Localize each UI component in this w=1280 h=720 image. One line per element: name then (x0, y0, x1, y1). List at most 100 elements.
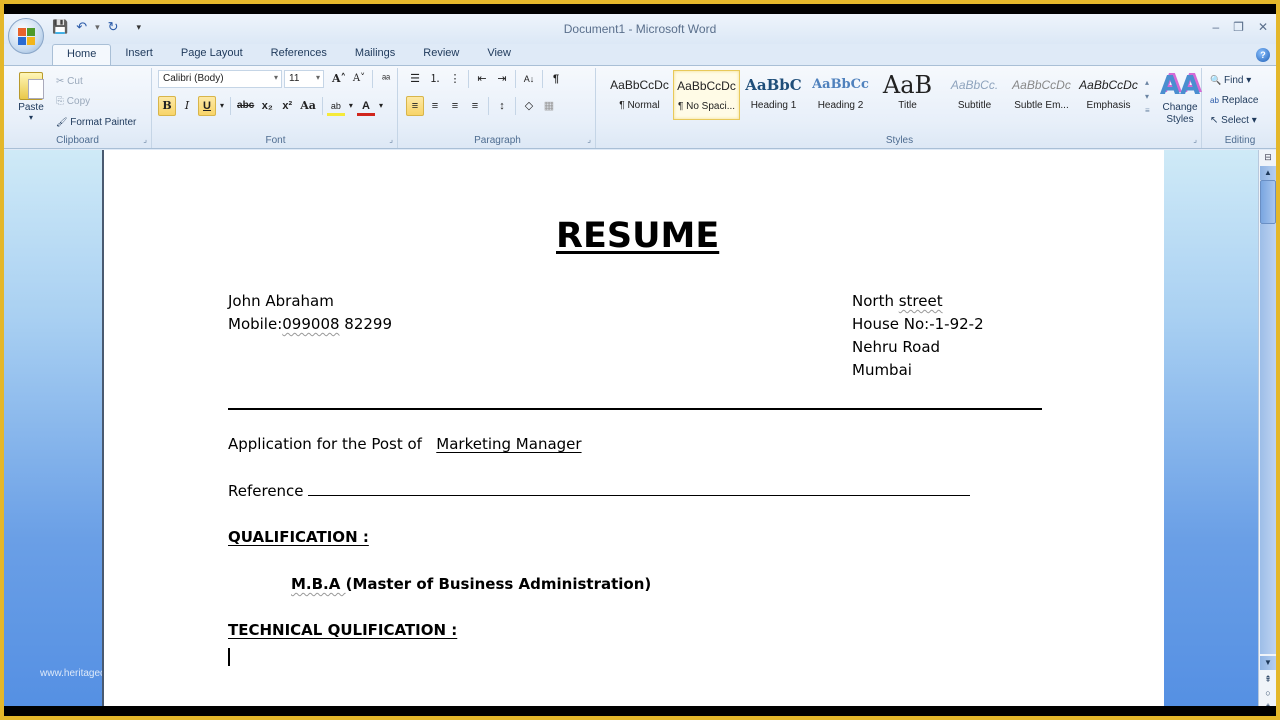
styles-gallery-scroll[interactable]: ▴ ▾ ≡ (1145, 76, 1150, 118)
style-heading-1[interactable]: AaBbC Heading 1 (740, 70, 807, 120)
restore-button[interactable]: ❐ (1233, 20, 1244, 34)
vertical-scrollbar[interactable]: ⊟ ▲ ▼ ⇞ ○ ⇟ (1258, 150, 1276, 706)
style-sample: AaBbCc. (950, 78, 999, 92)
center-button[interactable]: ≡ (426, 96, 444, 116)
divider (372, 70, 374, 88)
document-page[interactable]: RESUME John Abraham Mobile:099008 82299 … (102, 150, 1164, 706)
style-name: Title (898, 100, 917, 111)
superscript-button[interactable]: x² (278, 96, 296, 116)
style-normal[interactable]: AaBbCcDc ¶ Normal (606, 70, 673, 120)
grow-font-button[interactable]: A˄ (330, 69, 348, 89)
decrease-indent-button[interactable]: ⇤ (473, 69, 491, 89)
highlight-button[interactable]: ab (326, 96, 345, 116)
clipboard-group: Paste ▾ ✂ Cut ⎘ Copy 🖌 Format Painter Cl… (4, 68, 152, 148)
shrink-font-button[interactable]: A˅ (350, 69, 368, 89)
paste-dropdown-icon[interactable]: ▾ (14, 113, 48, 122)
scroll-down-button[interactable]: ▼ (1260, 656, 1276, 670)
address-word-spellcheck: street (898, 292, 943, 310)
style-title[interactable]: AaB Title (874, 70, 941, 120)
style-name: ¶ No Spaci... (677, 101, 736, 112)
scroll-thumb[interactable] (1260, 180, 1276, 224)
select-browse-object-button[interactable]: ○ (1260, 686, 1276, 700)
font-name-combo[interactable]: Calibri (Body) ▾ (158, 70, 282, 88)
style-subtle-emphasis[interactable]: AaBbCcDc Subtle Em... (1008, 70, 1075, 120)
paragraph-group: ☰ ⒈ ⋮ ⇤ ⇥ A↓ ¶ ≡ ≡ ≡ ≡ ↕ ◇ ▦ Paragraph ⌟ (400, 68, 596, 148)
style-heading-2[interactable]: AaBbCc Heading 2 (807, 70, 874, 120)
close-button[interactable]: ✕ (1258, 20, 1268, 34)
bold-button[interactable]: B (158, 96, 176, 116)
copy-icon: ⎘ (56, 96, 64, 107)
style-emphasis[interactable]: AaBbCcDc Emphasis (1075, 70, 1142, 120)
tab-home[interactable]: Home (52, 44, 112, 66)
application-position: Marketing Manager (436, 435, 582, 453)
underline-button[interactable]: U (198, 96, 216, 116)
borders-button[interactable]: ▦ (540, 96, 558, 116)
clipboard-group-label: Clipboard (56, 135, 99, 146)
sort-button[interactable]: A↓ (520, 69, 538, 89)
increase-indent-button[interactable]: ⇥ (493, 69, 511, 89)
next-page-button[interactable]: ⇟ (1260, 700, 1276, 706)
shading-button[interactable]: ◇ (520, 96, 538, 116)
ribbon-tabs: Home Insert Page Layout References Maili… (52, 44, 525, 66)
scroll-up-button[interactable]: ▲ (1260, 166, 1276, 180)
view-ruler-icon[interactable]: ⊟ (1261, 152, 1275, 164)
align-right-button[interactable]: ≡ (446, 96, 464, 116)
select-button[interactable]: ↖ Select ▾ (1210, 111, 1258, 131)
tab-mailings[interactable]: Mailings (341, 44, 409, 66)
tab-view[interactable]: View (473, 44, 525, 66)
cut-label: Cut (67, 76, 83, 87)
font-size-combo[interactable]: 11 ▾ (284, 70, 324, 88)
address-word: North (852, 292, 899, 310)
office-logo-icon (18, 28, 36, 46)
replace-button[interactable]: ab Replace (1210, 91, 1258, 111)
strikethrough-button[interactable]: abc (235, 96, 256, 116)
line-spacing-button[interactable]: ↕ (493, 96, 511, 116)
mobile-label: Mobile: (228, 315, 283, 333)
font-color-dropdown-icon[interactable]: ▾ (377, 96, 385, 116)
tab-review[interactable]: Review (409, 44, 473, 66)
paragraph-align-buttons: ≡ ≡ ≡ ≡ ↕ ◇ ▦ (406, 96, 558, 116)
paragraph-launcher-icon[interactable]: ⌟ (587, 135, 591, 144)
scroll-track[interactable] (1260, 224, 1276, 654)
styles-launcher-icon[interactable]: ⌟ (1193, 135, 1197, 144)
document-content[interactable]: RESUME John Abraham Mobile:099008 82299 … (104, 150, 1164, 706)
italic-button[interactable]: I (178, 96, 196, 116)
find-button[interactable]: 🔍 Find ▾ (1210, 70, 1258, 91)
qualification-item: M.B.A (Master of Business Administration… (291, 575, 651, 593)
style-subtitle[interactable]: AaBbCc. Subtitle (941, 70, 1008, 120)
tab-insert[interactable]: Insert (111, 44, 167, 66)
change-styles-button[interactable]: AA Change Styles (1158, 70, 1202, 126)
style-sample: AaBbCcDc (677, 79, 736, 93)
clipboard-launcher-icon[interactable]: ⌟ (143, 135, 147, 144)
subscript-button[interactable]: x₂ (258, 96, 276, 116)
tab-page-layout[interactable]: Page Layout (167, 44, 257, 66)
minimize-button[interactable]: – (1212, 20, 1219, 34)
document-workspace: www.heritagechristiancollege.com RESUME … (4, 150, 1258, 706)
tab-references[interactable]: References (257, 44, 341, 66)
align-left-button[interactable]: ≡ (406, 96, 424, 116)
cursor-icon: ↖ (1210, 115, 1219, 126)
copy-button[interactable]: ⎘ Copy (56, 92, 136, 112)
show-hide-formatting-button[interactable]: ¶ (547, 69, 565, 89)
change-case-button[interactable]: Aa (298, 96, 318, 116)
help-icon[interactable]: ? (1256, 48, 1270, 62)
word-window: 💾 ↶ ▾ ↻ ▾ Document1 - Microsoft Word – ❐… (4, 14, 1276, 706)
clear-formatting-button[interactable]: ᵃᵃ (377, 69, 395, 89)
cut-button[interactable]: ✂ Cut (56, 72, 136, 92)
font-launcher-icon[interactable]: ⌟ (389, 135, 393, 144)
office-button[interactable] (8, 18, 44, 54)
find-label: Find ▾ (1224, 75, 1252, 86)
highlight-dropdown-icon[interactable]: ▾ (347, 96, 355, 116)
paste-button[interactable]: Paste ▾ (14, 72, 48, 122)
bullets-button[interactable]: ☰ (406, 69, 424, 89)
numbering-button[interactable]: ⒈ (426, 69, 444, 89)
style-sample: AaB (882, 71, 933, 99)
justify-button[interactable]: ≡ (466, 96, 484, 116)
underline-dropdown-icon[interactable]: ▾ (218, 96, 226, 116)
style-no-spacing[interactable]: AaBbCcDc ¶ No Spaci... (673, 70, 740, 120)
multilevel-list-button[interactable]: ⋮ (446, 69, 464, 89)
previous-page-button[interactable]: ⇞ (1260, 672, 1276, 686)
horizontal-rule (228, 408, 1042, 410)
format-painter-button[interactable]: 🖌 Format Painter (56, 112, 136, 133)
font-color-button[interactable]: A (356, 96, 375, 116)
